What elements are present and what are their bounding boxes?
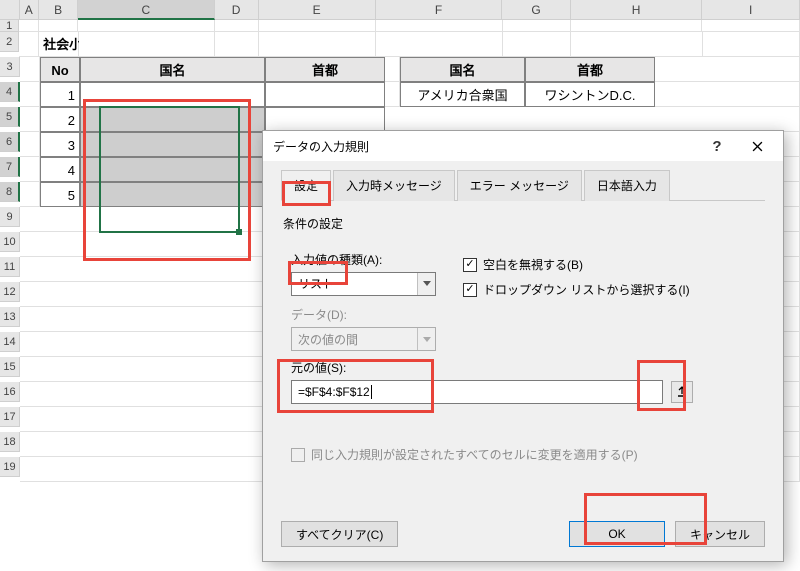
title-cell[interactable]: 社会小テストの解答 <box>39 32 79 57</box>
allow-label: 入力値の種類(A): <box>291 251 443 268</box>
t1-row1-capital[interactable] <box>265 82 385 107</box>
row-header-17[interactable]: 17 <box>0 407 20 427</box>
col-header-i[interactable]: I <box>702 0 800 20</box>
row-header-6[interactable]: 6 <box>0 132 20 152</box>
row-header-16[interactable]: 16 <box>0 382 20 402</box>
row-header-18[interactable]: 18 <box>0 432 20 452</box>
apply-all-label: 同じ入力規則が設定されたすべてのセルに変更を適用する(P) <box>311 446 638 463</box>
col-header-f[interactable]: F <box>376 0 503 20</box>
row-header-4[interactable]: 4 <box>0 82 20 102</box>
source-label: 元の値(S): <box>291 359 765 376</box>
allow-value: リスト <box>292 275 417 292</box>
t1-header-capital[interactable]: 首都 <box>265 57 385 82</box>
chevron-down-icon <box>417 328 435 350</box>
tab-settings[interactable]: 設定 <box>281 170 331 201</box>
t1-row4-country[interactable] <box>80 157 265 182</box>
t1-row2-no[interactable]: 2 <box>40 107 80 132</box>
t1-row5-no[interactable]: 5 <box>40 182 80 207</box>
source-value: =$F$4:$F$12 <box>298 385 370 399</box>
t2-header-capital[interactable]: 首都 <box>525 57 655 82</box>
select-all-corner[interactable] <box>0 0 20 20</box>
close-button[interactable] <box>737 132 777 160</box>
t2-row1-country[interactable]: アメリカ合衆国 <box>400 82 525 107</box>
tab-strip: 設定 入力時メッセージ エラー メッセージ 日本語入力 <box>281 169 765 201</box>
tab-input-message[interactable]: 入力時メッセージ <box>333 170 455 201</box>
col-header-b[interactable]: B <box>39 0 78 20</box>
row-header-8[interactable]: 8 <box>0 182 20 202</box>
t2-row1-capital[interactable]: ワシントンD.C. <box>525 82 655 107</box>
allow-combo[interactable]: リスト <box>291 272 436 296</box>
source-input[interactable]: =$F$4:$F$12 <box>291 380 663 404</box>
row-header-14[interactable]: 14 <box>0 332 20 352</box>
row-header-15[interactable]: 15 <box>0 357 20 377</box>
t1-header-country[interactable]: 国名 <box>80 57 265 82</box>
group-label: 条件の設定 <box>283 215 765 232</box>
row-header-5[interactable]: 5 <box>0 107 20 127</box>
row-header-3[interactable]: 3 <box>0 57 20 77</box>
ok-button[interactable]: OK <box>569 521 665 547</box>
t1-row4-no[interactable]: 4 <box>40 157 80 182</box>
col-header-h[interactable]: H <box>571 0 703 20</box>
data-value: 次の値の間 <box>292 331 417 348</box>
t2-header-country[interactable]: 国名 <box>400 57 525 82</box>
clear-all-button[interactable]: すべてクリア(C) <box>281 521 398 547</box>
t1-row1-no[interactable]: 1 <box>40 82 80 107</box>
row-header-7[interactable]: 7 <box>0 157 20 177</box>
ignore-blank-checkbox[interactable]: ✓ 空白を無視する(B) <box>463 256 690 273</box>
text-cursor <box>371 385 372 399</box>
col-header-c[interactable]: C <box>78 0 215 20</box>
col-header-d[interactable]: D <box>215 0 259 20</box>
ignore-blank-label: 空白を無視する(B) <box>483 256 583 273</box>
apply-all-checkbox <box>291 448 305 462</box>
row-header-1[interactable]: 1 <box>0 20 19 32</box>
chevron-down-icon[interactable] <box>417 273 435 295</box>
t1-row3-country[interactable] <box>80 132 265 157</box>
tab-error-message[interactable]: エラー メッセージ <box>457 170 582 201</box>
check-icon: ✓ <box>463 283 477 297</box>
range-selector-button[interactable] <box>671 381 693 403</box>
t1-row3-no[interactable]: 3 <box>40 132 80 157</box>
cancel-button[interactable]: キャンセル <box>675 521 765 547</box>
col-header-g[interactable]: G <box>502 0 570 20</box>
row-header-9[interactable]: 9 <box>0 207 20 227</box>
dropdown-label: ドロップダウン リストから選択する(I) <box>483 281 690 298</box>
collapse-dialog-icon <box>676 386 688 398</box>
row-header-19[interactable]: 19 <box>0 457 20 477</box>
row-header-10[interactable]: 10 <box>0 232 20 252</box>
close-icon <box>752 141 763 152</box>
dialog-title: データの入力規則 <box>273 138 697 155</box>
data-combo: 次の値の間 <box>291 327 436 351</box>
data-validation-dialog: データの入力規則 ? 設定 入力時メッセージ エラー メッセージ 日本語入力 条… <box>262 130 784 562</box>
col-header-e[interactable]: E <box>259 0 376 20</box>
row-header-12[interactable]: 12 <box>0 282 20 302</box>
row-header-2[interactable]: 2 <box>0 32 19 52</box>
row-header-13[interactable]: 13 <box>0 307 20 327</box>
t1-row2-country[interactable] <box>80 107 265 132</box>
tab-ime[interactable]: 日本語入力 <box>584 170 670 201</box>
t1-row1-country[interactable] <box>80 82 265 107</box>
help-button[interactable]: ? <box>697 132 737 160</box>
t1-header-no[interactable]: No <box>40 57 80 82</box>
t1-row5-country[interactable] <box>80 182 265 207</box>
data-label: データ(D): <box>291 306 765 323</box>
col-header-a[interactable]: A <box>20 0 40 20</box>
dropdown-checkbox[interactable]: ✓ ドロップダウン リストから選択する(I) <box>463 281 690 298</box>
row-header-11[interactable]: 11 <box>0 257 20 277</box>
check-icon: ✓ <box>463 258 477 272</box>
